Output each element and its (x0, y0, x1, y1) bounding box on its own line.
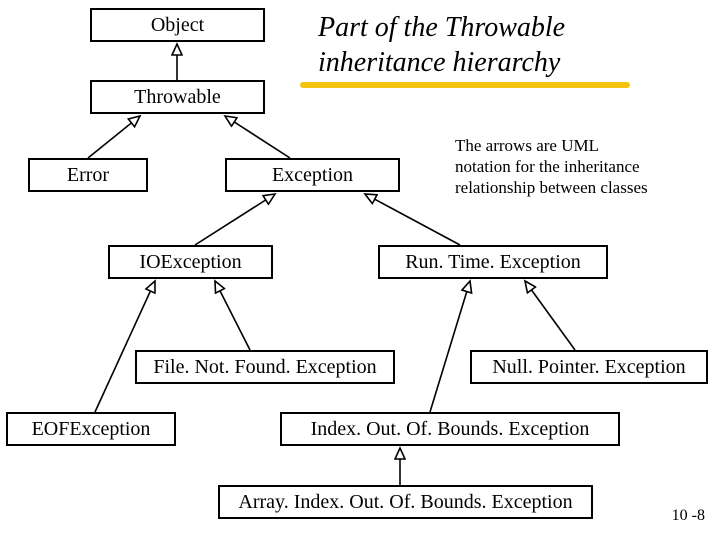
class-null-pointer-exception: Null. Pointer. Exception (470, 350, 708, 384)
slide-number: 10 -8 (672, 507, 705, 525)
note-line-3: relationship between classes (455, 177, 648, 198)
note-line-1: The arrows are UML (455, 135, 599, 156)
class-object: Object (90, 8, 265, 42)
class-exception: Exception (225, 158, 400, 192)
class-array-index-oob-exception: Array. Index. Out. Of. Bounds. Exception (218, 485, 593, 519)
class-runtime-exception: Run. Time. Exception (378, 245, 608, 279)
class-eof-exception: EOFException (6, 412, 176, 446)
title-underline (300, 82, 630, 88)
class-error: Error (28, 158, 148, 192)
title-line-2: inheritance hierarchy (318, 45, 560, 80)
class-index-oob-exception: Index. Out. Of. Bounds. Exception (280, 412, 620, 446)
class-file-not-found-exception: File. Not. Found. Exception (135, 350, 395, 384)
class-throwable: Throwable (90, 80, 265, 114)
note-line-2: notation for the inheritance (455, 156, 640, 177)
title-line-1: Part of the Throwable (318, 10, 565, 45)
class-ioexception: IOException (108, 245, 273, 279)
